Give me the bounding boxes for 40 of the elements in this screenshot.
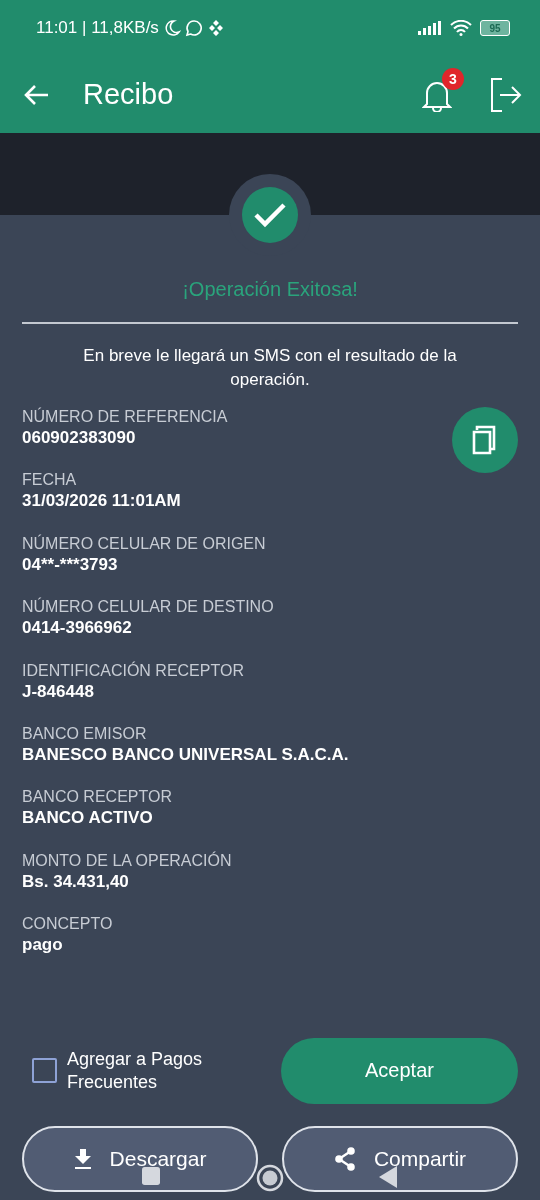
notification-badge: 3 xyxy=(442,67,464,90)
checkbox-label[interactable]: Agregar a Pagos Frecuentes xyxy=(67,1047,237,1094)
field-label: MONTO DE LA OPERACIÓN xyxy=(22,850,233,871)
field-value: pago xyxy=(22,934,63,957)
logout-icon[interactable] xyxy=(488,76,522,113)
wifi-icon xyxy=(450,20,472,36)
download-button[interactable]: Descargar xyxy=(22,1125,258,1192)
home-icon[interactable] xyxy=(256,1164,284,1192)
share-icon xyxy=(333,1146,356,1171)
field-label: NÚMERO CELULAR DE ORIGEN xyxy=(22,533,267,554)
screen-title: Recibo xyxy=(83,78,175,111)
field-value: BANCO ACTIVO xyxy=(22,807,153,830)
download-icon xyxy=(73,1148,92,1169)
field-value: BANESCO BANCO UNIVERSAL S.A.C.A. xyxy=(22,743,349,766)
field-label: NÚMERO CELULAR DE DESTINO xyxy=(22,597,275,618)
field-label: BANCO RECEPTOR xyxy=(22,787,173,808)
copy-icon xyxy=(472,425,498,455)
field-label: FECHA xyxy=(22,470,78,491)
field-value: 0414-3966962 xyxy=(22,617,132,640)
info-message: En breve le llegará un SMS con el resultado de la operación. xyxy=(82,345,458,391)
field-label: CONCEPTO xyxy=(22,914,114,935)
moon-icon xyxy=(162,19,181,37)
field-value: Bs. 34.431,40 xyxy=(22,870,129,893)
field-value: 31/03/2026 11:01AM xyxy=(22,490,181,513)
battery-indicator: 95 xyxy=(480,20,510,36)
field-label: IDENTIFICACIÓN RECEPTOR xyxy=(22,660,245,681)
field-label: BANCO EMISOR xyxy=(22,723,148,744)
success-title: ¡Operación Exitosa! xyxy=(181,278,359,301)
signal-icon xyxy=(418,21,442,35)
field-value: J-846448 xyxy=(22,680,94,703)
field-value: 060902383090 xyxy=(22,427,136,449)
share-button[interactable]: Compartir xyxy=(282,1125,518,1192)
field-label: NÚMERO DE REFERENCIA xyxy=(22,407,229,427)
back-arrow-icon[interactable] xyxy=(24,83,50,106)
checkbox[interactable] xyxy=(32,1058,57,1083)
status-time: 11:01 | 11,8KB/s xyxy=(36,18,159,38)
field-value: 04**-***3793 xyxy=(22,553,118,576)
chat-bubble-icon xyxy=(184,19,203,37)
accept-button[interactable]: Aceptar xyxy=(281,1037,518,1104)
success-check-icon xyxy=(242,187,298,243)
